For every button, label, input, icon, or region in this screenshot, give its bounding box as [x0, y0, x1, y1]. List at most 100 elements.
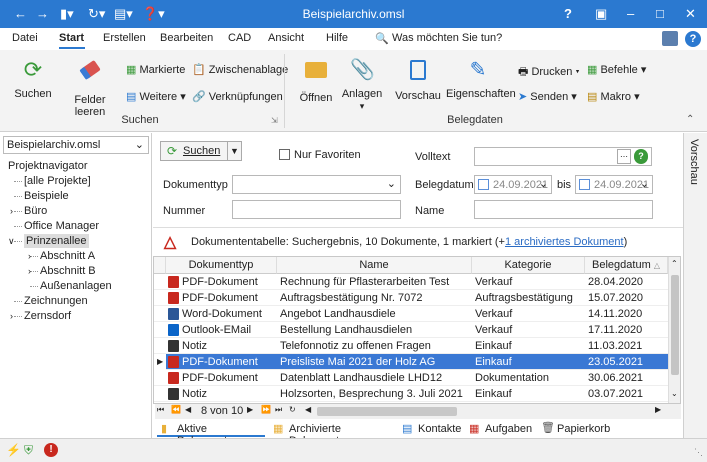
date-from-picker[interactable]: 24.09.2021 ⌄ — [474, 175, 552, 194]
info-icon[interactable]: ? — [685, 31, 701, 47]
makro-button[interactable]: ▤ Makro ▾ — [587, 90, 640, 103]
tab-erstellen[interactable]: Erstellen — [103, 32, 146, 44]
name-label: Name — [415, 205, 445, 217]
table-row[interactable]: PDF-Dokument Rechnung für Pflasterarbeite… — [154, 274, 668, 290]
weitere-button[interactable]: ▤ Weitere ▾ — [126, 90, 186, 103]
felder-leeren-button[interactable]: Felder leeren — [60, 58, 120, 118]
tree-item[interactable]: Beispiele — [24, 189, 69, 203]
tree-item[interactable]: Büro — [24, 204, 47, 218]
expand-icon[interactable]: › — [28, 249, 31, 263]
collapse-ribbon-icon[interactable]: ⌃ — [686, 114, 694, 125]
dialog-launcher-icon[interactable]: ⇲ — [271, 116, 278, 125]
scroll-up-icon[interactable]: ⌃ — [671, 259, 678, 268]
expand-icon[interactable]: › — [10, 204, 13, 218]
table-row[interactable]: ▶ PDF-Dokument Preisliste Mai 2021 der Hol… — [154, 354, 668, 370]
more-icon[interactable]: ⋯ — [617, 149, 631, 164]
scroll-down-icon[interactable]: ⌄ — [671, 389, 678, 398]
warning-icon[interactable]: ! — [44, 443, 58, 457]
help-search-field[interactable]: Was möchten Sie tun? — [392, 32, 502, 44]
column-header-belegdatum[interactable]: Belegdatum △ — [585, 257, 668, 274]
date-from-checkbox[interactable] — [478, 179, 489, 190]
search-icon[interactable]: 🔍 — [375, 32, 389, 45]
suchen-button[interactable]: ⟳ Suchen — [8, 58, 58, 101]
volltext-input[interactable]: ⋯ ? — [474, 147, 652, 166]
befehle-button[interactable]: ▦ Befehle ▾ — [587, 63, 646, 76]
table-row[interactable]: Outlook-EMail Bestellung Landhausdielen Ve… — [154, 322, 668, 338]
search-button[interactable]: ⟳ Suchen ▼ — [160, 141, 242, 161]
table-row[interactable]: Notiz Telefonnotiz zu offenen Fragen Einka… — [154, 338, 668, 354]
tree-item[interactable]: [alle Projekte] — [24, 174, 91, 188]
tree-item[interactable]: Abschnitt B — [40, 264, 96, 278]
shield-icon[interactable]: ⛨ — [24, 443, 33, 458]
senden-button[interactable]: ➤ Senden ▾ — [518, 90, 577, 103]
last-page-icon[interactable]: ⏭ — [275, 405, 282, 415]
ribbon-display-icon[interactable]: ▣ — [595, 5, 607, 23]
dokumenttyp-select[interactable]: ⌄ — [232, 175, 401, 194]
vorschau-button[interactable]: Vorschau — [394, 58, 442, 102]
tab-start[interactable]: Start — [59, 32, 84, 44]
expand-icon[interactable]: › — [28, 264, 31, 278]
drucken-button[interactable]: 🖶 Drucken ▾ — [518, 63, 580, 82]
tab-archivierte-dokumente[interactable]: ▦ Archivierte Dokumente — [269, 420, 393, 447]
tab-kontakte[interactable]: ▤ Kontakte — [398, 420, 461, 437]
tab-hilfe[interactable]: Hilfe — [326, 32, 348, 44]
table-row[interactable]: Word-Dokument Angebot Landhausdiele Verkau… — [154, 306, 668, 322]
column-header-kategorie[interactable]: Kategorie — [472, 257, 585, 274]
nummer-input[interactable] — [232, 200, 401, 219]
date-to-picker[interactable]: 24.09.2021 ⌄ — [575, 175, 653, 194]
name-input[interactable] — [474, 200, 653, 219]
tree-item[interactable]: Projektnavigator — [8, 159, 88, 173]
archived-documents-link[interactable]: 1 archiviertes Dokument — [505, 236, 624, 248]
tab-bearbeiten[interactable]: Bearbeiten — [160, 32, 213, 44]
tree-item[interactable]: Prinzenallee — [24, 234, 89, 248]
tab-aufgaben[interactable]: ▦ Aufgaben — [465, 420, 532, 437]
tree-item[interactable]: Office Manager — [24, 219, 99, 233]
expand-icon[interactable]: › — [10, 309, 13, 323]
prev-page-icon[interactable]: ◀ — [185, 405, 191, 414]
table-cell-kat: Verkauf — [475, 324, 513, 336]
eigenschaften-button[interactable]: ✎ Eigenschaften — [446, 58, 516, 100]
maximize-icon[interactable]: □ — [656, 5, 664, 23]
tab-datei[interactable]: Datei — [12, 32, 38, 44]
tab-aktive-dokumente[interactable]: ▮ Aktive Dokumente — [157, 420, 265, 447]
account-icon[interactable] — [662, 31, 678, 46]
column-header-dokumenttyp[interactable]: Dokumenttyp — [166, 257, 277, 274]
tab-cad[interactable]: CAD — [228, 32, 251, 44]
tree-item[interactable]: Abschnitt A — [40, 249, 95, 263]
anlagen-button[interactable]: 📎 Anlagen ▾ — [340, 58, 384, 112]
collapse-icon[interactable]: ∨ — [8, 234, 15, 248]
scroll-thumb[interactable] — [671, 275, 679, 375]
scroll-left-icon[interactable]: ◀ — [305, 405, 311, 414]
archive-select[interactable]: Beispielarchiv.omsl ⌄ — [3, 136, 149, 154]
verknuepfungen-button[interactable]: 🔗 Verknüpfungen — [192, 90, 283, 103]
prev-page-fast-icon[interactable]: ⏪ — [171, 405, 181, 414]
table-row[interactable]: Notiz Holzsorten, Besprechung 3. Juli 202… — [154, 386, 668, 402]
go-icon[interactable]: ? — [634, 149, 648, 164]
date-to-checkbox[interactable] — [579, 179, 590, 190]
refresh-page-icon[interactable]: ↻ — [289, 405, 296, 414]
minimize-icon[interactable]: – — [627, 5, 634, 23]
tree-item[interactable]: Zeichnungen — [24, 294, 88, 308]
markierte-button[interactable]: ▦ Markierte — [126, 63, 185, 76]
next-page-fast-icon[interactable]: ⏩ — [261, 405, 271, 414]
column-header-name[interactable]: Name — [277, 257, 472, 274]
scroll-right-icon[interactable]: ▶ — [655, 405, 661, 414]
table-row[interactable]: PDF-Dokument Datenblatt Landhausdiele LHD… — [154, 370, 668, 386]
tab-papierkorb[interactable]: 🗑 Papierkorb — [537, 420, 613, 437]
nur-favoriten-checkbox[interactable] — [279, 149, 290, 160]
table-row[interactable]: PDF-Dokument Auftragsbestätigung Nr. 7072… — [154, 290, 668, 306]
question-icon[interactable]: ? — [564, 5, 572, 23]
search-dropdown-icon[interactable]: ▼ — [227, 142, 241, 160]
lightning-icon[interactable]: ⚡ — [6, 443, 21, 457]
tree-item[interactable]: Zernsdorf — [24, 309, 71, 323]
close-icon[interactable]: ✕ — [685, 5, 696, 23]
tab-ansicht[interactable]: Ansicht — [268, 32, 304, 44]
zwischenablage-button[interactable]: 📋 Zwischenablage — [192, 63, 288, 76]
oeffnen-button[interactable]: Öffnen — [296, 58, 336, 104]
horizontal-scroll-thumb[interactable] — [317, 407, 457, 416]
vertical-scrollbar[interactable]: ⌃ ⌄ — [668, 257, 680, 403]
tree-item[interactable]: Außenanlagen — [40, 279, 112, 293]
next-page-icon[interactable]: ▶ — [247, 405, 253, 414]
first-page-icon[interactable]: ⏮ — [157, 405, 164, 415]
preview-side-strip[interactable]: Vorschau — [683, 133, 707, 438]
